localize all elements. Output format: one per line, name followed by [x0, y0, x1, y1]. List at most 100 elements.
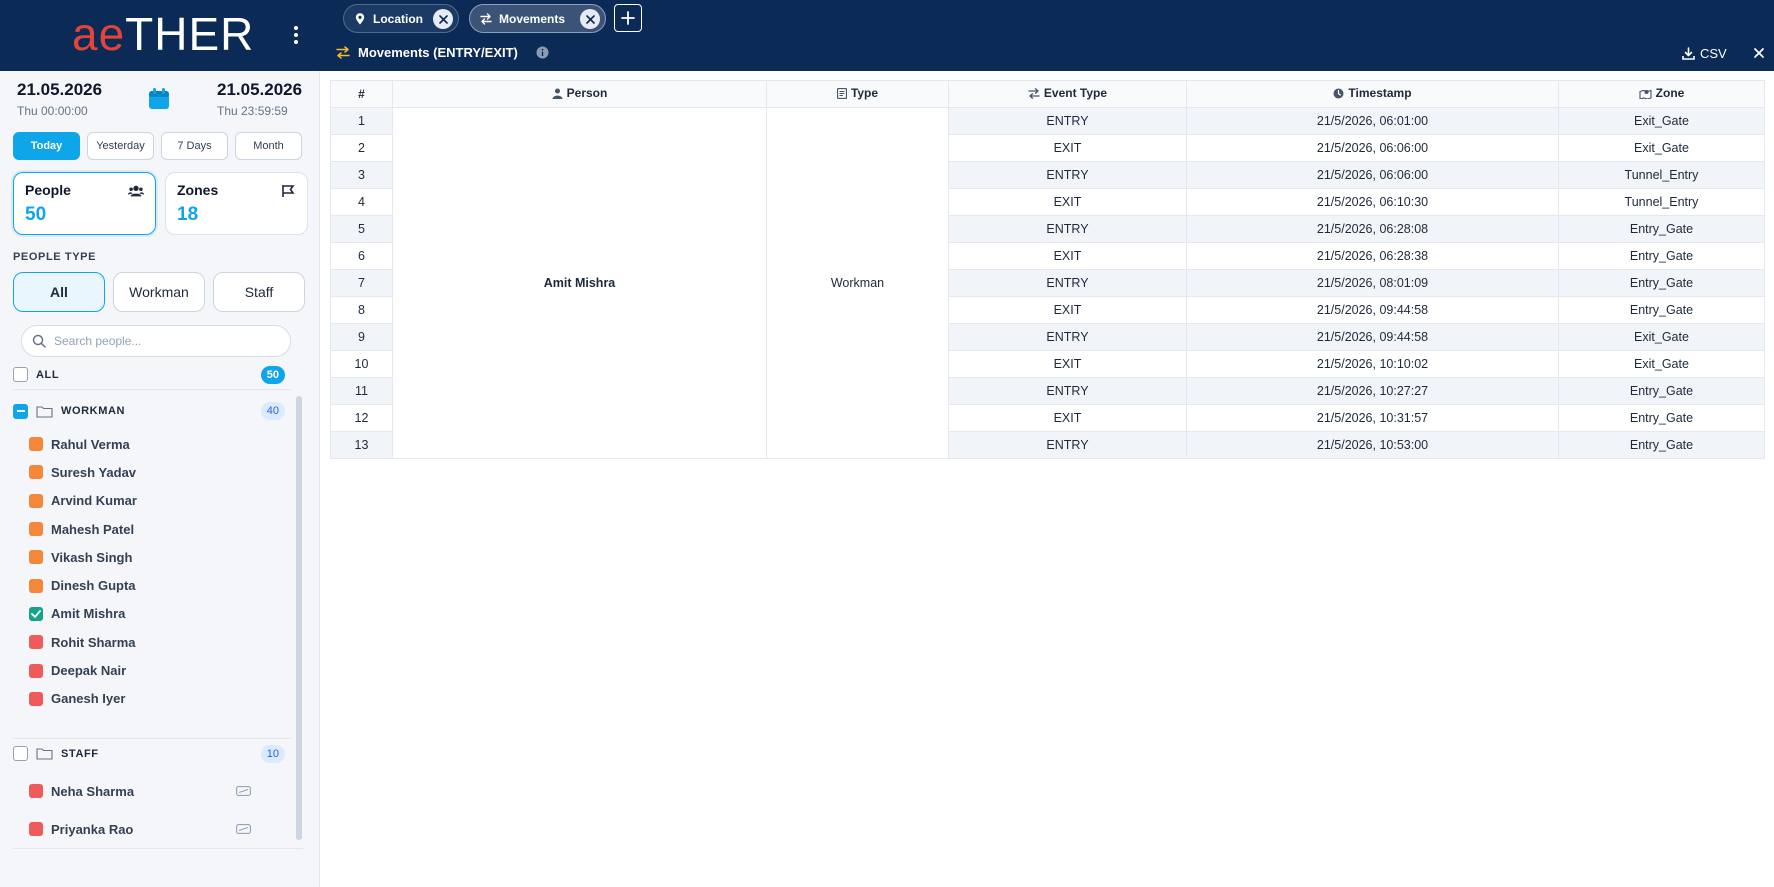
download-icon	[1682, 47, 1695, 60]
person-color-swatch[interactable]	[29, 465, 43, 480]
col-header-person[interactable]: Person	[392, 80, 767, 108]
row-index-cell: 3	[330, 161, 393, 189]
person-name: Neha Sharma	[51, 783, 135, 799]
type-staff-button[interactable]: Staff	[213, 272, 305, 312]
person-name: Priyanka Rao	[51, 821, 134, 837]
zones-stat-card[interactable]: Zones 18	[165, 172, 308, 235]
top-bar: Location Movements Movements (ENTRY/EXIT…	[320, 0, 1774, 71]
group-staff-row[interactable]: STAFF 10	[13, 738, 291, 768]
checkbox-checked-icon[interactable]	[29, 606, 43, 621]
person-color-swatch[interactable]	[29, 493, 43, 508]
type-workman-button[interactable]: Workman	[113, 272, 205, 312]
tab-location[interactable]: Location	[343, 4, 459, 33]
tab-movements[interactable]: Movements	[469, 4, 606, 33]
event-type-cell: ENTRY	[948, 161, 1187, 189]
zones-stat-value: 18	[177, 204, 199, 225]
person-color-swatch[interactable]	[29, 691, 43, 706]
info-icon[interactable]	[536, 46, 549, 59]
event-type-cell: ENTRY	[948, 215, 1187, 243]
end-date-value: 21.05.2026	[217, 80, 303, 99]
range-today-button[interactable]: Today	[13, 132, 80, 160]
event-type-cell: ENTRY	[948, 269, 1187, 297]
col-header-index[interactable]: #	[330, 80, 393, 108]
add-tab-button[interactable]	[614, 4, 642, 32]
group-all-label: ALL	[36, 368, 60, 381]
list-item[interactable]: Rahul Verma	[13, 430, 291, 458]
list-item[interactable]: Amit Mishra	[13, 600, 291, 628]
col-header-zone[interactable]: Zone	[1558, 80, 1765, 108]
quick-range-group: Today Yesterday 7 Days Month	[13, 132, 302, 160]
search-input[interactable]	[54, 334, 274, 348]
person-color-swatch[interactable]	[29, 635, 43, 650]
list-item[interactable]: Mahesh Patel	[13, 515, 291, 543]
person-color-swatch[interactable]	[29, 522, 43, 537]
timestamp-cell: 21/5/2026, 06:10:30	[1186, 188, 1559, 216]
table-row[interactable]: 1 Amit Mishra Workman ENTRY 21/5/2026, 06:01…	[330, 107, 1765, 459]
start-date[interactable]: 21.05.2026 Thu 00:00:00	[17, 80, 102, 118]
list-item[interactable]: Priyanka Rao	[13, 810, 291, 848]
timestamp-cell: 21/5/2026, 06:01:00	[1186, 107, 1559, 135]
type-all-button[interactable]: All	[13, 272, 105, 312]
zone-cell: Entry_Gate	[1558, 296, 1765, 324]
staff-checkbox[interactable]	[13, 746, 28, 761]
row-index-cell: 11	[330, 377, 393, 405]
close-icon[interactable]	[580, 9, 600, 29]
person-color-swatch[interactable]	[29, 550, 43, 565]
person-name: Ganesh Iyer	[51, 691, 126, 707]
search-box[interactable]	[21, 325, 291, 357]
staff-count-badge: 10	[260, 744, 285, 763]
group-workman-row[interactable]: WORKMAN 40	[13, 396, 291, 426]
person-color-swatch[interactable]	[29, 784, 43, 798]
zone-cell: Exit_Gate	[1558, 107, 1765, 135]
sidebar-scrollbar[interactable]	[296, 396, 302, 840]
badge-tag-icon	[236, 786, 251, 796]
users-icon	[128, 185, 144, 197]
brand-logo: aeTHER	[72, 8, 255, 60]
list-item[interactable]: Suresh Yadav	[13, 458, 291, 486]
end-time-value: Thu 23:59:59	[217, 104, 288, 118]
csv-download-button[interactable]: CSV	[1682, 46, 1727, 61]
calendar-icon[interactable]	[148, 88, 170, 110]
panel-header: Movements (ENTRY/EXIT)	[336, 45, 549, 60]
close-icon[interactable]	[1752, 46, 1766, 60]
list-item[interactable]: Ganesh Iyer	[13, 685, 291, 713]
list-item[interactable]: Deepak Nair	[13, 656, 291, 684]
range-7days-button[interactable]: 7 Days	[161, 132, 228, 160]
list-item[interactable]: Neha Sharma	[13, 772, 291, 810]
range-month-button[interactable]: Month	[235, 132, 302, 160]
list-item[interactable]: Rohit Sharma	[13, 628, 291, 656]
person-color-swatch[interactable]	[29, 578, 43, 593]
person-color-swatch[interactable]	[29, 822, 43, 836]
zone-cell: Tunnel_Entry	[1558, 188, 1765, 216]
event-type-cell: EXIT	[948, 350, 1187, 378]
close-icon[interactable]	[433, 9, 453, 29]
table-header-row: # Person Type Event Type Timestamp Zone	[330, 80, 1765, 108]
person-name: Suresh Yadav	[51, 464, 137, 480]
col-header-timestamp[interactable]: Timestamp	[1186, 80, 1559, 108]
col-header-event-type[interactable]: Event Type	[948, 80, 1187, 108]
list-item[interactable]: Dinesh Gupta	[13, 571, 291, 599]
list-item[interactable]: Arvind Kumar	[13, 487, 291, 515]
person-color-swatch[interactable]	[29, 663, 43, 678]
people-stat-card[interactable]: People 50	[13, 172, 156, 235]
workman-people-list: Rahul Verma Suresh Yadav Arvind Kumar Mahes…	[13, 430, 291, 730]
workman-checkbox[interactable]	[13, 403, 28, 419]
end-date[interactable]: 21.05.2026 Thu 23:59:59	[217, 80, 302, 118]
person-name: Rohit Sharma	[51, 634, 136, 650]
map-pin-icon	[355, 12, 365, 24]
swap-arrows-icon	[336, 46, 350, 59]
col-header-type[interactable]: Type	[766, 80, 949, 108]
panel-title: Movements (ENTRY/EXIT)	[358, 45, 518, 60]
all-checkbox[interactable]	[13, 367, 28, 382]
row-index-cell: 5	[330, 215, 393, 243]
group-all-row[interactable]: ALL 50	[13, 360, 291, 390]
person-color-swatch[interactable]	[29, 437, 43, 452]
row-index-cell: 9	[330, 323, 393, 351]
range-yesterday-button[interactable]: Yesterday	[87, 132, 154, 160]
row-index-cell: 10	[330, 350, 393, 378]
more-options-icon[interactable]	[288, 22, 304, 48]
list-item[interactable]: Vikash Singh	[13, 543, 291, 571]
workman-count-badge: 40	[260, 402, 285, 420]
event-type-cell: ENTRY	[948, 107, 1187, 135]
all-count-badge: 50	[260, 365, 285, 384]
